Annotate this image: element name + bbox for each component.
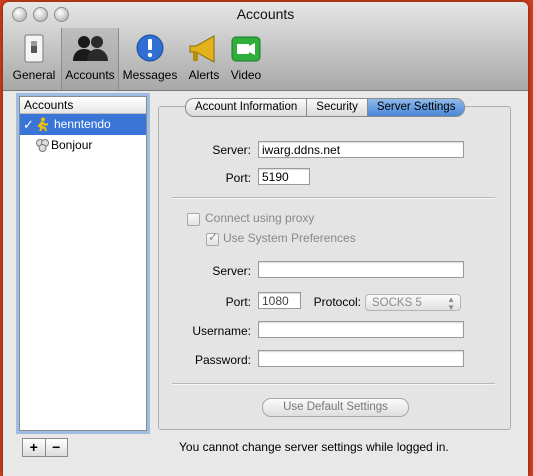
add-account-button[interactable]: + [23,439,45,456]
enabled-checkmark-icon[interactable]: ✓ [23,114,34,135]
proxy-port-field[interactable]: 1080 [258,292,301,309]
server-field[interactable]: iwarg.ddns.net [258,141,464,158]
connect-using-proxy-checkbox[interactable] [187,213,200,226]
protocol-label: Protocol: [313,295,361,309]
tab-server-settings[interactable]: Server Settings [366,99,465,116]
stepper-arrows-icon: ▲ ▼ [447,295,455,312]
toolbar-accounts[interactable]: Accounts [61,28,119,90]
use-system-preferences-label: Use System Preferences [223,231,356,245]
toolbar-video[interactable]: Video [226,28,266,90]
port-label: Port: [225,171,251,185]
proxy-port-label: Port: [225,295,251,309]
tab-account-information[interactable]: Account Information [186,99,306,116]
proxy-server-label: Server: [212,264,251,278]
port-field[interactable]: 5190 [258,168,310,185]
window-title: Accounts [236,6,295,22]
general-switch-icon [14,33,54,65]
title-bar: Accounts General Accounts Messages Alert… [3,2,528,91]
aim-runner-icon [35,117,50,132]
preferences-toolbar: General Accounts Messages Alerts Video [3,28,528,90]
proxy-server-field[interactable] [258,261,464,278]
password-label: Password: [194,353,251,367]
section-divider-bottom [172,383,495,385]
account-row-bonjour[interactable]: Bonjour [20,135,146,156]
account-row-henntendo[interactable]: ✓ henntendo [20,114,146,135]
connect-using-proxy-label: Connect using proxy [205,211,315,225]
video-camera-icon [226,33,266,65]
accounts-list-header: Accounts [20,97,146,114]
remove-account-button[interactable]: − [44,439,68,456]
accounts-list[interactable]: Accounts ✓ henntendo Bonjour [19,96,147,431]
toolbar-messages[interactable]: Messages [121,28,179,90]
username-label: Username: [192,324,251,338]
status-message: You cannot change server settings while … [179,440,449,454]
tab-security[interactable]: Security [306,99,367,116]
use-system-preferences-checkbox[interactable]: ✓ [206,230,219,246]
password-field[interactable] [258,350,464,367]
preferences-content: Accounts ✓ henntendo Bonjour + − Account… [3,91,528,476]
protocol-select[interactable]: SOCKS 5 ▲ ▼ [365,294,461,312]
accounts-people-icon [70,33,110,65]
username-field[interactable] [258,321,464,338]
use-default-settings-button[interactable]: Use Default Settings [262,398,409,417]
toolbar-alerts[interactable]: Alerts [182,28,226,90]
settings-tabs: Account Information Security Server Sett… [185,98,466,117]
alerts-megaphone-icon [184,33,224,65]
bonjour-icon [35,138,50,153]
toolbar-general[interactable]: General [10,28,58,90]
account-add-remove-buttons: + − [22,438,68,457]
accounts-window: Accounts General Accounts Messages Alert… [3,2,528,476]
section-divider [172,197,495,199]
server-label: Server: [212,143,251,157]
messages-exclamation-icon [130,33,170,65]
